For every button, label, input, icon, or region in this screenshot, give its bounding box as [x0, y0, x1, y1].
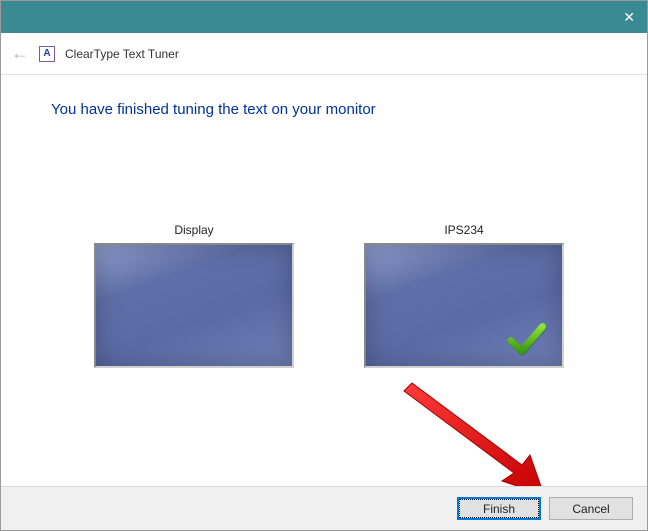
footer: Finish Cancel: [1, 486, 647, 530]
checkmark-icon: [504, 316, 548, 360]
app-icon: [39, 46, 55, 62]
cancel-button[interactable]: Cancel: [549, 497, 633, 520]
header: ← ClearType Text Tuner: [1, 33, 647, 75]
monitor-icon: [94, 243, 294, 368]
window-title: ClearType Text Tuner: [65, 47, 179, 61]
close-icon[interactable]: ✕: [623, 9, 635, 26]
finish-button[interactable]: Finish: [457, 497, 541, 520]
page-heading: You have finished tuning the text on you…: [51, 101, 607, 118]
monitor-item: IPS234: [364, 223, 564, 368]
content-area: You have finished tuning the text on you…: [1, 75, 647, 487]
titlebar: ✕: [1, 1, 647, 33]
monitor-row: Display IPS234: [51, 223, 607, 368]
back-arrow-icon: ←: [11, 43, 29, 64]
monitor-label: Display: [94, 223, 294, 237]
monitor-icon: [364, 243, 564, 368]
monitor-item: Display: [94, 223, 294, 368]
monitor-label: IPS234: [364, 223, 564, 237]
